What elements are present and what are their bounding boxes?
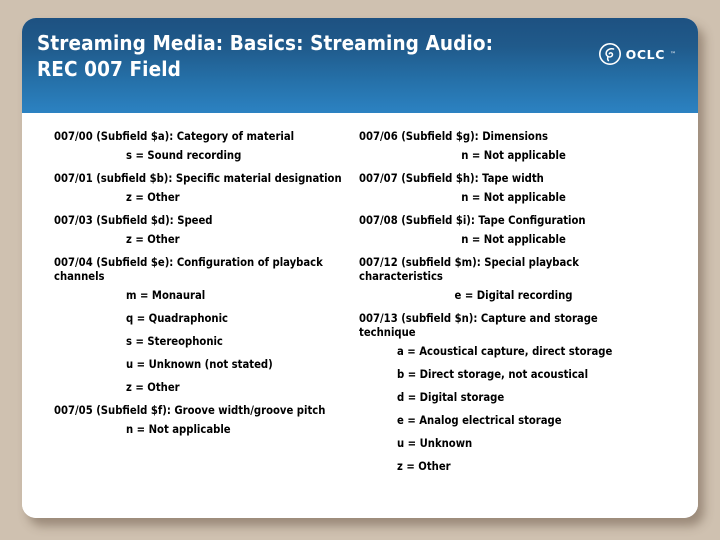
field-value: e = Analog electrical storage — [397, 414, 562, 427]
field-label: 007/03 (Subfield $d): Speed — [54, 214, 213, 227]
field-label: 007/04 (Subfield $e): Configuration of p… — [54, 256, 323, 283]
field-value: m = Monaural — [126, 289, 206, 302]
field-label: 007/13 (subfield $n): Capture and storag… — [359, 312, 598, 339]
field-value: n = Not applicable — [461, 149, 566, 162]
field-label: 007/00 (Subfield $a): Category of materi… — [54, 130, 295, 143]
field-value: d = Digital storage — [397, 391, 505, 404]
field-value: a = Acoustical capture, direct storage — [397, 345, 613, 358]
oclc-circle-mark-icon — [598, 43, 621, 65]
field-value: u = Unknown (not stated) — [126, 358, 273, 371]
field-label: 007/12 (subfield $m): Special playback c… — [359, 256, 579, 283]
field-value: n = Not applicable — [461, 191, 566, 204]
field-value: z = Other — [397, 460, 451, 473]
content-column-left: 007/00 (Subfield $a): Category of materi… — [54, 130, 349, 446]
field-value: b = Direct storage, not acoustical — [397, 368, 589, 381]
oclc-logo: OCLC ™ — [598, 42, 676, 66]
slide-title: Streaming Media: Basics: Streaming Audio… — [37, 31, 494, 81]
field-value: n = Not applicable — [126, 423, 231, 436]
oclc-wordmark: OCLC — [625, 46, 665, 62]
content-column-right: 007/06 (Subfield $g): Dimensions n = Not … — [359, 130, 654, 483]
field-value: u = Unknown — [397, 437, 473, 450]
field-value: z = Other — [126, 381, 180, 394]
presentation-slide: Streaming Media: Basics: Streaming Audio… — [22, 18, 698, 518]
field-label: 007/01 (subfield $b): Specific material … — [54, 172, 342, 185]
field-value: s = Sound recording — [126, 149, 242, 162]
field-label: 007/06 (Subfield $g): Dimensions — [359, 130, 548, 143]
field-label: 007/08 (Subfield $i): Tape Configuration — [359, 214, 586, 227]
field-value: s = Stereophonic — [126, 335, 223, 348]
field-value: z = Other — [126, 191, 180, 204]
slide-content-area: 007/00 (Subfield $a): Category of materi… — [22, 113, 698, 518]
field-value: z = Other — [126, 233, 180, 246]
field-value: e = Digital recording — [454, 289, 573, 302]
field-label: 007/07 (Subfield $h): Tape width — [359, 172, 544, 185]
slide-header-band: Streaming Media: Basics: Streaming Audio… — [22, 18, 698, 113]
oclc-trademark-symbol: ™ — [670, 50, 676, 58]
field-value: q = Quadraphonic — [126, 312, 228, 325]
field-value: n = Not applicable — [461, 233, 566, 246]
field-label: 007/05 (Subfield $f): Groove width/groov… — [54, 404, 326, 417]
